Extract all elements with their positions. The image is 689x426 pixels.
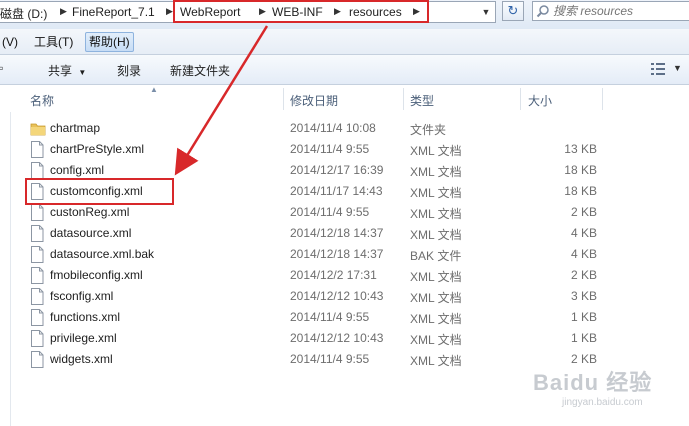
watermark-url: jingyan.baidu.com — [562, 397, 643, 408]
annotation-arrow — [174, 25, 269, 176]
watermark-logo: Baidu 经验 — [533, 370, 653, 395]
